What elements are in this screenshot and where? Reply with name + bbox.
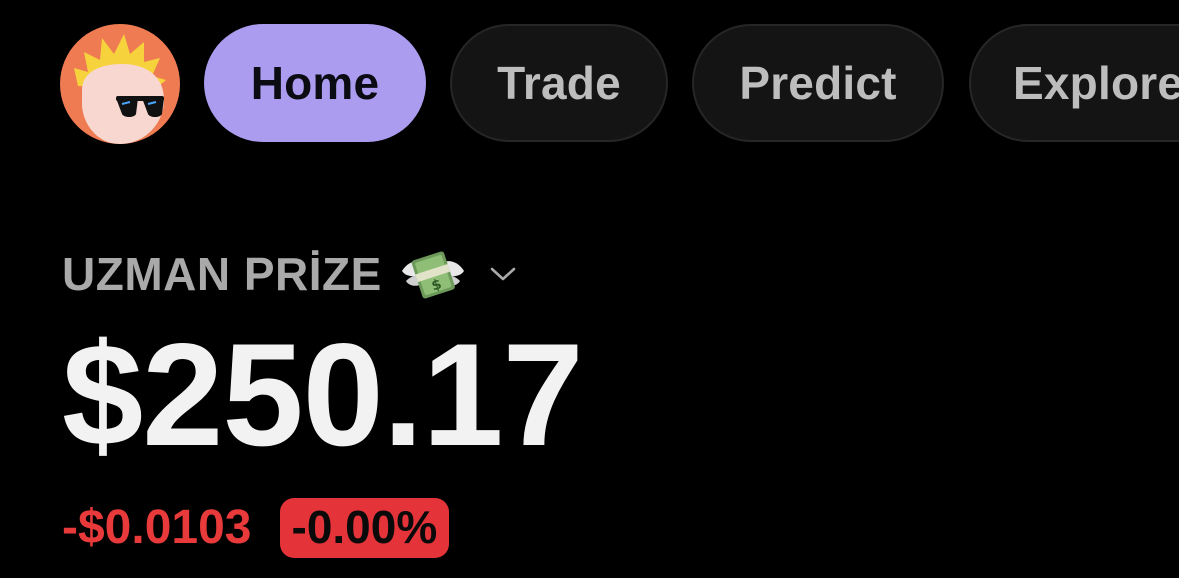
account-selector[interactable]: UZMAN PRİZE $: [62, 236, 518, 312]
tab-predict[interactable]: Predict: [692, 24, 944, 142]
tab-home[interactable]: Home: [204, 24, 426, 142]
profile-avatar[interactable]: [60, 24, 180, 144]
chevron-down-icon[interactable]: [488, 264, 518, 284]
money-with-wings-icon: $: [398, 241, 468, 307]
change-amount: -$0.0103: [62, 501, 252, 554]
tab-explore[interactable]: Explore: [969, 24, 1179, 142]
tab-trade-label: Trade: [497, 57, 621, 109]
portfolio-change: -$0.0103 -0.00%: [62, 496, 450, 560]
tab-predict-label: Predict: [739, 57, 897, 109]
tab-home-label: Home: [250, 57, 380, 109]
tab-explore-label: Explore: [1013, 57, 1179, 109]
portfolio-balance: $250.17: [62, 313, 584, 476]
change-percent-badge: -0.00%: [279, 498, 450, 558]
top-navigation: Home Trade Predict Explore: [0, 24, 1179, 146]
account-name: UZMAN PRİZE: [62, 248, 382, 300]
tab-trade[interactable]: Trade: [450, 24, 668, 142]
cockatoo-avatar-icon: [74, 34, 166, 144]
